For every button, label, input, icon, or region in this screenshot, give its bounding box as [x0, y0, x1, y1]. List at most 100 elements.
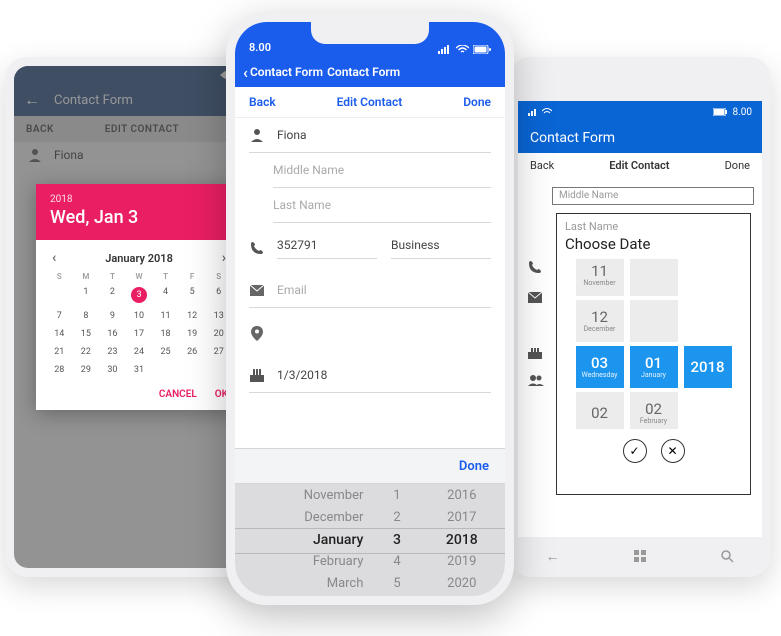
win-date-wheel[interactable]: 11November 12December03Wednesday 02 01Janu…	[565, 259, 742, 429]
cancel-button[interactable]: ✕	[661, 439, 685, 463]
nav-back[interactable]: Back	[249, 95, 276, 109]
picker-value[interactable]: 2018	[419, 529, 505, 551]
win-home-icon[interactable]	[633, 548, 647, 565]
win-year-tile[interactable]: 2018	[684, 346, 732, 388]
picker-value[interactable]: 2019	[419, 551, 505, 573]
prev-month-icon[interactable]: ‹	[52, 250, 56, 266]
win-year-column[interactable]: 2018	[684, 259, 732, 429]
calendar-day[interactable]: 14	[46, 327, 73, 341]
picker-day-col[interactable]: 31123456	[375, 484, 418, 596]
month-nav: ‹ January 2018 ›	[46, 248, 232, 272]
picker-year-col[interactable]: 2015201620172018201920202021	[419, 484, 505, 596]
birthday-row[interactable]: 1/3/2018	[249, 358, 491, 393]
calendar-day[interactable]: 29	[73, 363, 100, 377]
chevron-left-icon[interactable]: ‹	[243, 63, 248, 82]
picker-value[interactable]: 2016	[419, 485, 505, 507]
picker-year[interactable]: 2018	[50, 194, 228, 205]
picker-value[interactable]: 2017	[419, 507, 505, 529]
breadcrumb-back[interactable]: Contact Form	[250, 65, 323, 79]
picker-value[interactable]: December	[235, 507, 363, 529]
picker-value[interactable]: February	[235, 551, 363, 573]
calendar-day[interactable]: 12	[179, 309, 206, 323]
calendar-day[interactable]: 9	[99, 309, 126, 323]
notch	[311, 22, 429, 44]
ios-date-picker[interactable]: OctoberNovemberDecemberJanuaryFebruaryMa…	[235, 484, 505, 596]
win-wheel-tile[interactable]: 12December	[576, 300, 624, 342]
picker-value[interactable]: 6	[375, 595, 418, 596]
phone-number[interactable]: 352791	[277, 238, 377, 259]
middle-name-placeholder: Middle Name	[273, 163, 344, 177]
calendar-day[interactable]: 15	[73, 327, 100, 341]
calendar-day[interactable]: 16	[99, 327, 126, 341]
win-wheel-tile[interactable]	[630, 300, 678, 342]
email-row[interactable]: Email	[249, 273, 491, 308]
picker-value[interactable]: 4	[375, 551, 418, 573]
calendar-day[interactable]: 1	[73, 285, 100, 305]
month-label: January 2018	[105, 252, 173, 265]
calendar-day[interactable]: 31	[126, 363, 153, 377]
picker-value[interactable]: 1	[375, 485, 418, 507]
calendar-day[interactable]: 24	[126, 345, 153, 359]
dow-header: T	[152, 272, 179, 281]
calendar-day[interactable]: 7	[46, 309, 73, 323]
win-last-name-label: Last Name	[565, 220, 742, 233]
picker-value[interactable]: January	[235, 529, 363, 551]
middle-name-row[interactable]: Middle Name	[273, 153, 491, 188]
calendar-day[interactable]: 30	[99, 363, 126, 377]
win-month-column[interactable]: 01January 02February	[630, 259, 678, 429]
picker-value[interactable]: 2021	[419, 595, 505, 596]
win-wheel-tile[interactable]: 02February	[630, 392, 678, 429]
calendar-day[interactable]: 11	[152, 309, 179, 323]
cake-icon	[249, 368, 265, 382]
win-done[interactable]: Done	[725, 159, 750, 172]
ios-phone: 8.00 ‹ Contact Form Contact Form Back Ed…	[226, 13, 514, 605]
first-name-row[interactable]: Fiona	[249, 118, 491, 153]
calendar-day[interactable]: 17	[126, 327, 153, 341]
phone-type[interactable]: Business	[391, 238, 491, 259]
calendar-day[interactable]: 10	[126, 309, 153, 323]
confirm-button[interactable]: ✓	[623, 439, 647, 463]
picker-toolbar: Done	[235, 448, 505, 484]
calendar-day[interactable]: 21	[46, 345, 73, 359]
calendar-day[interactable]: 18	[152, 327, 179, 341]
calendar-day[interactable]: 8	[73, 309, 100, 323]
win-wheel-tile[interactable]: 11November	[576, 259, 624, 296]
win-wheel-tile[interactable]: 03Wednesday	[576, 346, 624, 388]
picker-value[interactable]: November	[235, 485, 363, 507]
nav-done[interactable]: Done	[463, 95, 491, 109]
win-wheel-tile[interactable]: 02	[576, 392, 624, 429]
win-wheel-tile[interactable]: 01January	[630, 346, 678, 388]
calendar-day[interactable]: 19	[179, 327, 206, 341]
picker-done-button[interactable]: Done	[459, 459, 489, 474]
calendar-day[interactable]: 23	[99, 345, 126, 359]
calendar-day[interactable]: 28	[46, 363, 73, 377]
picker-value[interactable]: March	[235, 573, 363, 595]
win-search-icon[interactable]	[720, 548, 734, 565]
win-back-icon[interactable]: ←	[546, 548, 560, 565]
win-wheel-tile[interactable]	[630, 259, 678, 296]
calendar-day[interactable]: 5	[179, 285, 206, 305]
cancel-button[interactable]: CANCEL	[159, 389, 197, 400]
last-name-placeholder: Last Name	[273, 198, 331, 212]
picker-value[interactable]: 3	[375, 529, 418, 551]
picker-value[interactable]: 5	[375, 573, 418, 595]
last-name-row[interactable]: Last Name	[273, 188, 491, 223]
win-middle-name[interactable]: Middle Name	[552, 187, 754, 205]
mail-icon	[249, 283, 265, 297]
calendar-day[interactable]: 26	[179, 345, 206, 359]
win-day-column[interactable]: 11November 12December03Wednesday 02	[576, 259, 624, 429]
calendar-day[interactable]: 25	[152, 345, 179, 359]
calendar-day[interactable]: 4	[152, 285, 179, 305]
windows-screen: 8.00 Contact Form Back Edit Contact Done…	[518, 101, 762, 537]
calendar-day[interactable]: 22	[73, 345, 100, 359]
signal-icon	[438, 45, 452, 54]
picker-value[interactable]: April	[235, 595, 363, 596]
picker-date[interactable]: Wed, Jan 3	[50, 207, 228, 228]
calendar-day[interactable]: 2	[99, 285, 126, 305]
picker-value[interactable]: 2	[375, 507, 418, 529]
win-back[interactable]: Back	[530, 159, 554, 172]
location-row[interactable]	[249, 316, 491, 350]
picker-month-col[interactable]: OctoberNovemberDecemberJanuaryFebruaryMa…	[235, 484, 375, 596]
calendar-day[interactable]: 3	[126, 285, 153, 305]
picker-value[interactable]: 2020	[419, 573, 505, 595]
